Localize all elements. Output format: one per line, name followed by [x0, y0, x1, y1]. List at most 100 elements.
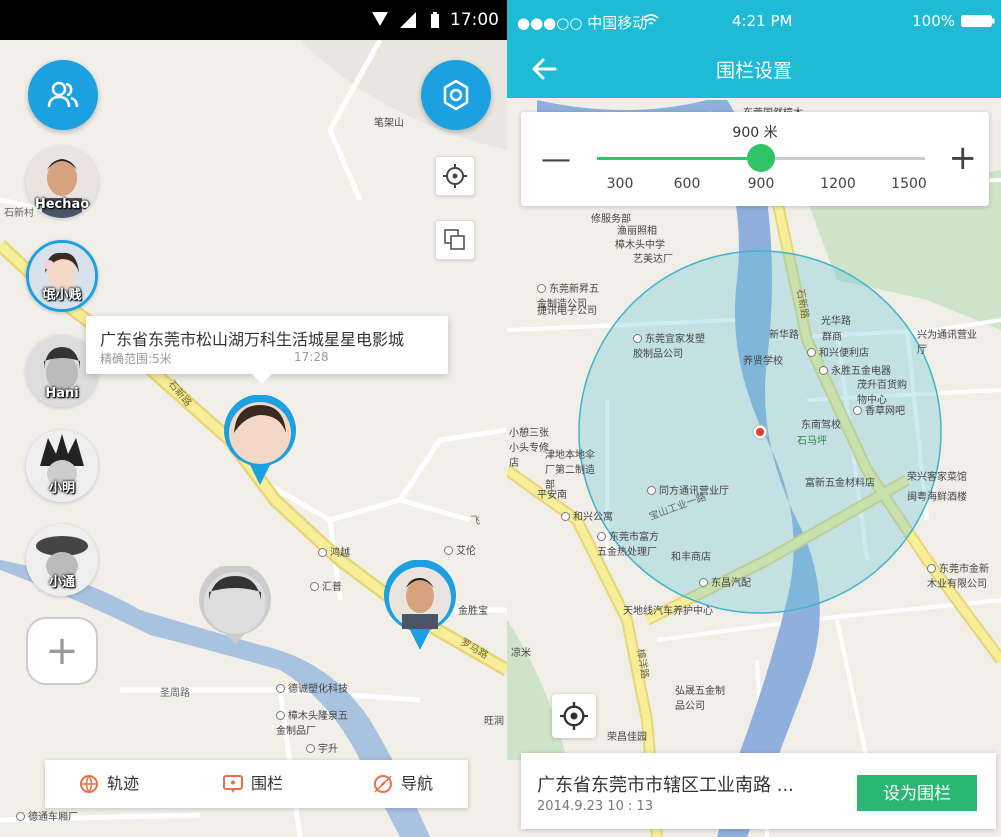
map-label: 富新五金材料店 [805, 478, 875, 489]
locate-button[interactable] [552, 694, 596, 738]
battery-icon [431, 12, 439, 28]
map-label: 群商 [822, 332, 842, 343]
compass-icon [374, 775, 392, 793]
bottom-toolbar: 轨迹 围栏 导航 [45, 760, 468, 808]
navigate-button[interactable]: 导航 [373, 760, 463, 808]
page-title: 围栏设置 [715, 60, 792, 82]
map-label: 圣周路 [160, 688, 190, 699]
locate-button[interactable] [435, 156, 475, 196]
map-label: 闽粤海鲜酒楼 [907, 492, 967, 503]
radius-tick: 1500 [891, 176, 927, 192]
map-label: 德诚塑化科技 [276, 680, 348, 695]
map-label: 凉米 [511, 648, 531, 659]
radius-slider-thumb[interactable] [747, 144, 775, 172]
fence-icon [223, 775, 243, 793]
map-label: 天地线汽车养护中心 [623, 606, 713, 617]
popup-time: 17:28 [294, 350, 329, 364]
map-label: 弘晟五金制品公司 [675, 686, 725, 712]
radius-tick: 600 [673, 176, 701, 192]
member-name: Hani [45, 386, 79, 401]
map-label: 和兴公寓 [561, 508, 613, 523]
map-label: 东莞市富方五金热处理厂 [597, 532, 659, 558]
track-button[interactable]: 轨迹 [79, 760, 169, 808]
radius-slider-track[interactable] [597, 144, 925, 172]
address-card: 广东省东莞市市辖区工业南路 ... 2014.9.23 10 : 13 设为围栏 [521, 753, 996, 829]
radius-value: 900 米 [732, 125, 778, 141]
fence-datetime: 2014.9.23 10 : 13 [537, 799, 654, 814]
map-label: 养贤学校 [743, 356, 783, 367]
map-label: 艺美达厂 [633, 254, 673, 265]
wifi-icon [643, 14, 659, 25]
radius-slider-card: 900 米 — + 300 600 900 1200 1500 [521, 112, 989, 206]
member-avatar[interactable]: 小明 [26, 430, 98, 502]
map-label: 渔丽照相 [617, 226, 657, 237]
map-label: 荣兴客家菜馆 [907, 472, 967, 483]
map-label: 樟木头中学 [615, 240, 665, 251]
map-label: 新华路 [769, 330, 799, 341]
map-label: 东昌汽配 [699, 574, 751, 589]
crosshair-icon [560, 702, 588, 730]
map-label: 津地本地伞厂第二制造部 [545, 450, 595, 491]
left-screen: 笔架山 石新村 石新路 鸿越 汇普 艾伦 金胜宝 飞 圣周路 德诚塑化科技 樟木… [0, 0, 507, 837]
layers-button[interactable] [435, 220, 475, 260]
radius-tick: 300 [606, 176, 634, 192]
member-name: 小明 [48, 481, 75, 496]
decrease-radius-button[interactable]: — [541, 142, 571, 177]
member-avatar[interactable]: Hechao [26, 146, 98, 218]
status-time: 17:00 [450, 10, 499, 30]
map-label: 光华路 [821, 316, 851, 327]
location-popup[interactable]: 广东省东莞市松山湖万科生活城星星电影城 精确范围:5米 17:28 [86, 316, 448, 384]
globe-icon [80, 775, 98, 794]
map-label: 东南驾校 [801, 420, 841, 431]
map-label: 东莞宜家发塑胶制品公司 [633, 334, 705, 360]
radius-slider-fill [597, 157, 761, 160]
settings-button[interactable] [421, 60, 491, 130]
map-label: 永胜五金电器 [819, 362, 891, 377]
member-avatar-selected[interactable]: 氓小贱 [26, 240, 98, 312]
map-label: 飞 [470, 516, 480, 527]
nav-bar: 围栏设置 [507, 40, 1001, 98]
add-member-button[interactable]: + [26, 617, 98, 685]
right-screen: 东莞国然樟木 修服务部 渔丽照相 樟木头中学 艺美达厂 东莞新昇五金制造公司 捷… [507, 0, 1001, 837]
map-label: 德通车厢厂 [16, 808, 78, 823]
layers-icon [444, 229, 465, 250]
map-label: 和兴便利店 [807, 344, 869, 359]
plus-icon: + [45, 628, 79, 674]
radius-tick: 1200 [820, 176, 856, 192]
member-name: Hechao [34, 197, 90, 212]
signal-icon [400, 12, 416, 28]
map-label: 东莞市金新木业有限公司 [927, 564, 989, 590]
status-bar: ●●●○○ 中国移动 4:21 PM 100% [507, 0, 1001, 40]
increase-radius-button[interactable]: + [949, 138, 978, 178]
map-label: 兴为通讯营业厅 [917, 330, 977, 356]
fence-address: 广东省东莞市市辖区工业南路 ... [537, 775, 794, 796]
map-label: 汇普 [310, 578, 342, 593]
member-pin-selected[interactable] [220, 395, 300, 487]
popup-accuracy: 精确范围:5米 [100, 352, 172, 366]
map-label: 鸿越 [318, 544, 350, 559]
map-label: 小憩三张小头专修店 [509, 428, 549, 469]
friends-button[interactable] [28, 60, 98, 130]
map-label: 同方通讯营业厅 [647, 482, 729, 497]
map-label: 金胜宝 [458, 606, 488, 617]
popup-address: 广东省东莞市松山湖万科生活城星星电影城 [100, 330, 405, 349]
map-label: 宇升 [306, 740, 338, 755]
member-pin[interactable] [195, 566, 275, 646]
people-icon [47, 81, 79, 108]
set-fence-button[interactable]: 设为围栏 [857, 775, 977, 811]
status-time: 4:21 PM [732, 12, 793, 30]
status-bar: 17:00 [0, 0, 507, 40]
map-label: 笔架山 [374, 118, 404, 129]
map-label: 樟木头隆泉五金制品厂 [276, 711, 348, 737]
map-label: 和丰商店 [671, 552, 711, 563]
wifi-icon [372, 12, 388, 26]
member-avatar[interactable]: 小通 [26, 524, 98, 596]
map-label: 香草网吧 [853, 402, 905, 417]
gear-icon [443, 79, 469, 111]
radius-tick: 900 [747, 176, 775, 192]
member-name: 氓小贱 [42, 288, 82, 303]
fence-button[interactable]: 围栏 [223, 760, 313, 808]
member-pin[interactable] [380, 560, 460, 652]
battery-icon [961, 15, 995, 27]
map-label: 荣昌佳园 [607, 732, 647, 743]
